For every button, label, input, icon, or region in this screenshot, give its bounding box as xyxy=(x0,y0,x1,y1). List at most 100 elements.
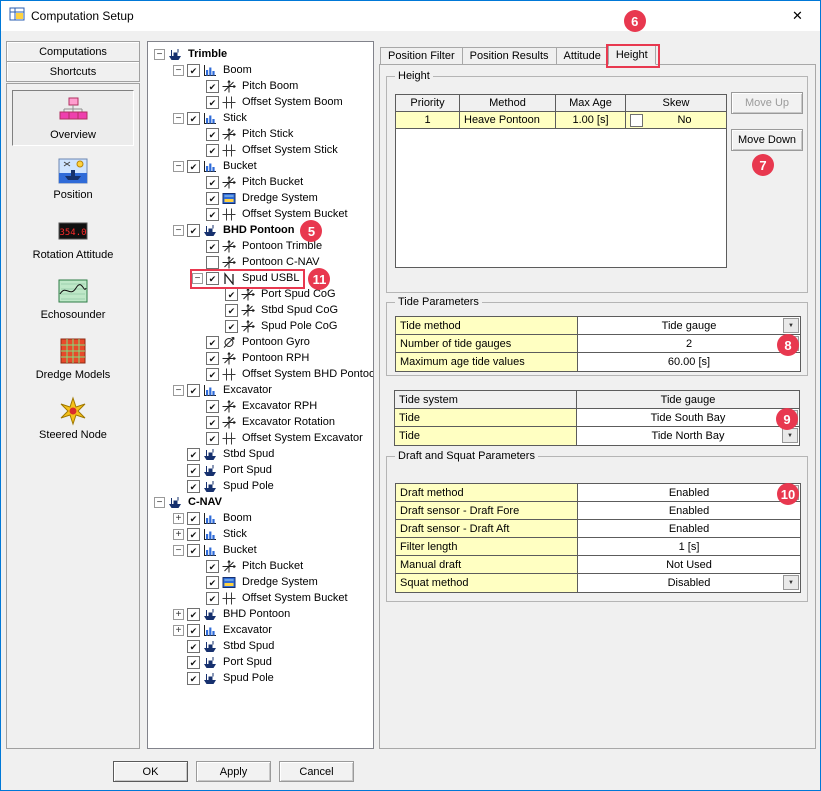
tab-height[interactable]: Height xyxy=(608,45,656,65)
param-value[interactable]: 60.00 [s] xyxy=(578,353,800,371)
tree-item-bhd-pontoon[interactable]: +✔BHD Pontoon xyxy=(148,606,373,622)
tree-item-pitch-boom[interactable]: ✔Pitch Boom xyxy=(148,78,373,94)
checkbox[interactable]: ✔ xyxy=(206,272,219,285)
tree-item-excavator[interactable]: +✔Excavator xyxy=(148,622,373,638)
checkbox[interactable]: ✔ xyxy=(206,432,219,445)
move-up-button[interactable]: Move Up xyxy=(731,92,803,114)
tree-item-stbd-spud-cog[interactable]: ✔Stbd Spud CoG xyxy=(148,302,373,318)
tree-item-bucket[interactable]: −✔Bucket xyxy=(148,542,373,558)
tree-item-pitch-bucket[interactable]: ✔Pitch Bucket xyxy=(148,558,373,574)
tree-item-stick[interactable]: +✔Stick xyxy=(148,526,373,542)
checkbox[interactable]: ✔ xyxy=(187,512,200,525)
collapse-icon[interactable]: − xyxy=(173,225,184,236)
expand-icon[interactable]: + xyxy=(173,609,184,620)
collapse-icon[interactable]: − xyxy=(154,497,165,508)
checkbox[interactable]: ✔ xyxy=(206,192,219,205)
tree-item-c-nav[interactable]: −C-NAV xyxy=(148,494,373,510)
tree-item-spud-pole[interactable]: ✔Spud Pole xyxy=(148,670,373,686)
expand-icon[interactable]: + xyxy=(173,529,184,540)
tree-item-boom[interactable]: −✔Boom xyxy=(148,62,373,78)
sidebar-button-shortcuts[interactable]: Shortcuts xyxy=(6,61,140,82)
checkbox[interactable]: ✔ xyxy=(206,336,219,349)
checkbox[interactable]: ✔ xyxy=(206,368,219,381)
sidebar-item-position[interactable]: Position xyxy=(12,150,134,206)
expand-icon[interactable]: + xyxy=(173,513,184,524)
checkbox[interactable]: ✔ xyxy=(225,320,238,333)
param-value[interactable]: Tide gauge xyxy=(578,317,800,334)
tree-item-bucket[interactable]: −✔Bucket xyxy=(148,158,373,174)
collapse-icon[interactable]: − xyxy=(192,273,203,284)
checkbox[interactable]: ✔ xyxy=(187,528,200,541)
tree-item-port-spud[interactable]: ✔Port Spud xyxy=(148,462,373,478)
checkbox[interactable]: ✔ xyxy=(187,160,200,173)
checkbox[interactable]: ✔ xyxy=(187,608,200,621)
spinner-down-button[interactable] xyxy=(783,343,799,351)
collapse-icon[interactable]: − xyxy=(173,65,184,76)
checkbox[interactable]: ✔ xyxy=(187,384,200,397)
sidebar-item-overview[interactable]: Overview xyxy=(12,90,134,146)
method-cell[interactable]: Heave Pontoon xyxy=(460,112,556,129)
checkbox[interactable]: ✔ xyxy=(187,448,200,461)
tree-item-stbd-spud[interactable]: ✔Stbd Spud xyxy=(148,446,373,462)
sidebar-item-steered-node[interactable]: Steered Node xyxy=(12,390,134,446)
checkbox[interactable]: ✔ xyxy=(206,352,219,365)
move-down-button[interactable]: Move Down xyxy=(731,129,803,151)
checkbox[interactable]: ✔ xyxy=(187,64,200,77)
collapse-icon[interactable]: − xyxy=(154,49,165,60)
tree-item-port-spud-cog[interactable]: ✔Port Spud CoG xyxy=(148,286,373,302)
dropdown-button[interactable] xyxy=(783,485,799,500)
tree-item-pontoon-gyro[interactable]: ✔Pontoon Gyro xyxy=(148,334,373,350)
param-value[interactable]: Enabled xyxy=(578,484,800,501)
tree-item-excavator[interactable]: −✔Excavator xyxy=(148,382,373,398)
checkbox[interactable]: ✔ xyxy=(187,656,200,669)
tab-attitude[interactable]: Attitude xyxy=(556,47,609,65)
tree-item-pontoon-trimble[interactable]: ✔Pontoon Trimble xyxy=(148,238,373,254)
tab-position-results[interactable]: Position Results xyxy=(462,47,557,65)
param-value[interactable]: 1 [s] xyxy=(578,538,800,555)
tree-item-boom[interactable]: +✔Boom xyxy=(148,510,373,526)
sidebar-item-dredge-models[interactable]: Dredge Models xyxy=(12,330,134,386)
tab-position-filter[interactable]: Position Filter xyxy=(380,47,463,65)
checkbox[interactable]: ✔ xyxy=(187,480,200,493)
close-button[interactable]: ✕ xyxy=(775,1,820,30)
tree-item-pontoon-c-nav[interactable]: Pontoon C-NAV xyxy=(148,254,373,270)
tree-item-port-spud[interactable]: ✔Port Spud xyxy=(148,654,373,670)
dropdown-button[interactable] xyxy=(782,410,798,425)
tree-item-offset-system-boom[interactable]: ✔Offset System Boom xyxy=(148,94,373,110)
tree-item-trimble[interactable]: −Trimble xyxy=(148,46,373,62)
tree-item-excavator-rotation[interactable]: ✔Excavator Rotation xyxy=(148,414,373,430)
tree-item-spud-usbl[interactable]: −✔Spud USBL xyxy=(148,270,373,286)
checkbox[interactable]: ✔ xyxy=(225,304,238,317)
sidebar-item-rotation-attitude[interactable]: 354.0Rotation Attitude xyxy=(12,210,134,266)
footer-button-cancel[interactable]: Cancel xyxy=(279,761,354,782)
checkbox[interactable]: ✔ xyxy=(206,80,219,93)
tree-item-offset-system-bucket[interactable]: ✔Offset System Bucket xyxy=(148,206,373,222)
expand-icon[interactable]: + xyxy=(173,625,184,636)
checkbox[interactable]: ✔ xyxy=(187,464,200,477)
tree-item-stick[interactable]: −✔Stick xyxy=(148,110,373,126)
footer-button-apply[interactable]: Apply xyxy=(196,761,271,782)
tree-item-offset-system-excavator[interactable]: ✔Offset System Excavator xyxy=(148,430,373,446)
checkbox[interactable]: ✔ xyxy=(206,208,219,221)
sidebar-item-echosounder[interactable]: Echosounder xyxy=(12,270,134,326)
tree-item-pitch-bucket[interactable]: ✔Pitch Bucket xyxy=(148,174,373,190)
checkbox[interactable]: ✔ xyxy=(206,400,219,413)
checkbox[interactable]: ✔ xyxy=(206,416,219,429)
collapse-icon[interactable]: − xyxy=(173,161,184,172)
checkbox[interactable]: ✔ xyxy=(206,176,219,189)
checkbox[interactable]: ✔ xyxy=(206,96,219,109)
checkbox[interactable]: ✔ xyxy=(225,288,238,301)
checkbox[interactable]: ✔ xyxy=(187,112,200,125)
dropdown-button[interactable] xyxy=(782,428,798,443)
skew-checkbox[interactable] xyxy=(630,114,643,127)
tree-item-pitch-stick[interactable]: ✔Pitch Stick xyxy=(148,126,373,142)
tree-item-bhd-pontoon[interactable]: −✔BHD Pontoon xyxy=(148,222,373,238)
tree-item-spud-pole-cog[interactable]: ✔Spud Pole CoG xyxy=(148,318,373,334)
tree-item-pontoon-rph[interactable]: ✔Pontoon RPH xyxy=(148,350,373,366)
checkbox[interactable]: ✔ xyxy=(206,240,219,253)
collapse-icon[interactable]: − xyxy=(173,545,184,556)
priority-cell[interactable]: 1 xyxy=(396,112,460,129)
param-value[interactable]: Enabled xyxy=(578,520,800,537)
checkbox[interactable]: ✔ xyxy=(206,592,219,605)
skew-cell[interactable]: No xyxy=(626,112,726,129)
